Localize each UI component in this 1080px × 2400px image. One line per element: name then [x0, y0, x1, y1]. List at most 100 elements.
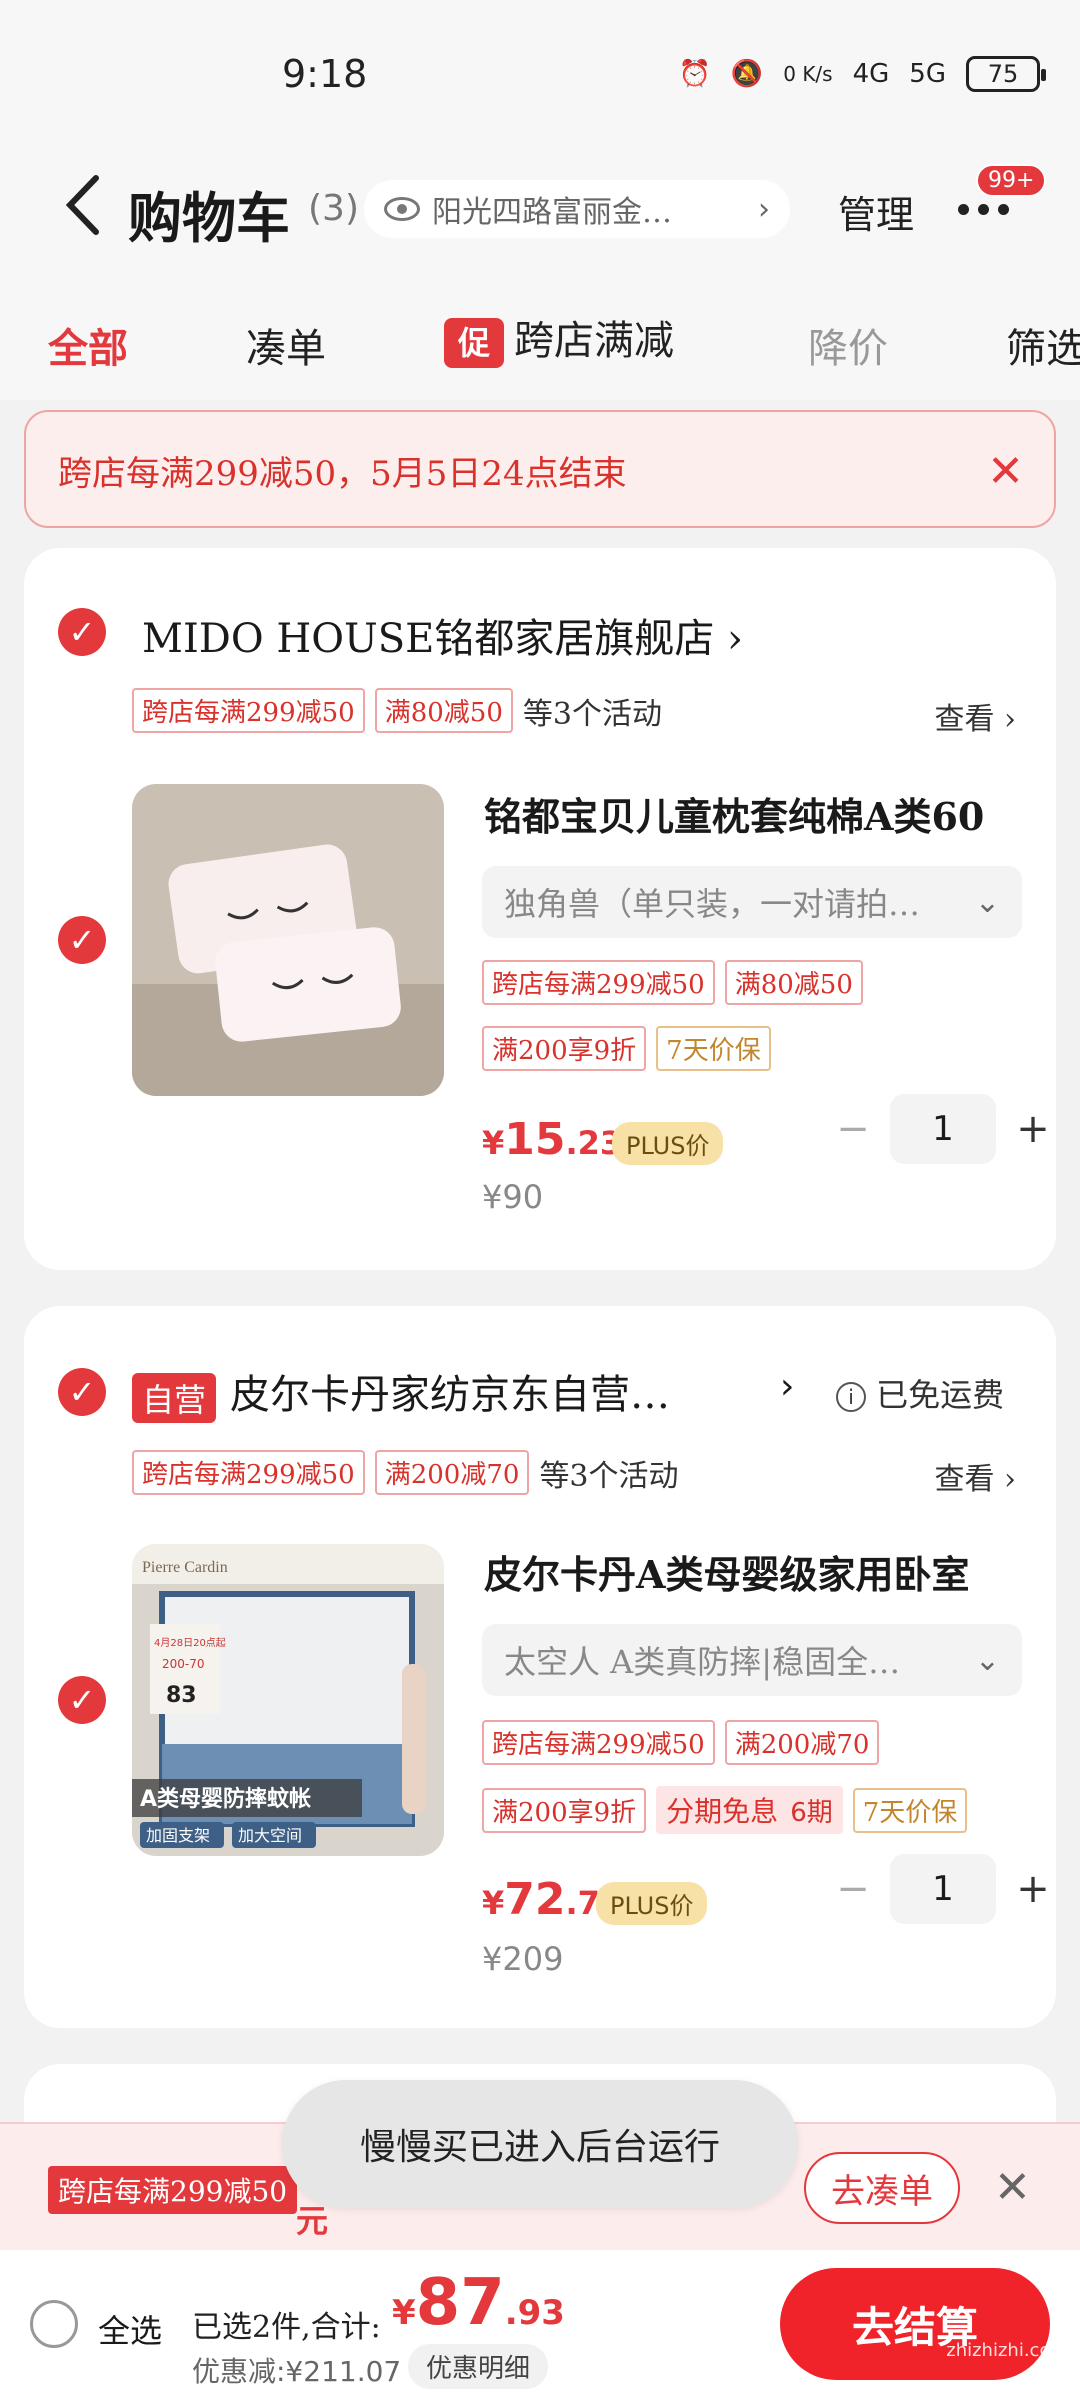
variant-selector[interactable]: 独角兽（单只装，一对请拍… ⌄: [482, 866, 1022, 938]
self-run-badge: 自营: [132, 1373, 217, 1423]
close-icon[interactable]: ✕: [987, 450, 1024, 494]
signal-5g-icon: 5G: [909, 59, 946, 89]
price-protect-tag: 7天价保: [656, 1026, 771, 1071]
chevron-right-icon[interactable]: ›: [780, 1366, 794, 1407]
product-price: ¥72.7: [482, 1874, 600, 1925]
header: 购物车 (3) 阳光四路富丽金… › 管理 99+: [0, 130, 1080, 280]
quantity-input[interactable]: 1: [890, 1094, 996, 1164]
net-speed: 0 K/s: [783, 62, 833, 86]
discount-amount: 优惠减:¥211.07: [192, 2355, 402, 2388]
variant-text: 太空人 A类真防摔|稳固全…: [504, 1643, 901, 1681]
more-menu-icon[interactable]: [958, 204, 1009, 215]
plus-price-badge: PLUS价: [612, 1122, 724, 1165]
close-icon[interactable]: ✕: [994, 2162, 1031, 2213]
image-price-text: 83: [166, 1683, 197, 1708]
select-all-label[interactable]: 全选: [98, 2306, 162, 2352]
image-date-text: 4月28日20点起: [154, 1637, 226, 1649]
decrease-button[interactable]: −: [828, 1866, 878, 1912]
image-sub1-text: 加固支架: [146, 1826, 210, 1845]
notice-text: 跨店每满299减50，5月5日24点结束: [58, 454, 627, 494]
select-all-checkbox[interactable]: [30, 2300, 78, 2348]
status-icons: ⏰ 🔕 0 K/s 4G 5G 75: [678, 56, 1046, 92]
product-price: ¥15.23: [482, 1114, 623, 1165]
product-title[interactable]: 皮尔卡丹A类母婴级家用卧室: [484, 1544, 1040, 1599]
toast-message: 慢慢买已进入后台运行: [282, 2080, 798, 2208]
look-button[interactable]: 查看 ›: [934, 1454, 1016, 1498]
shop-checkbox[interactable]: ✓: [58, 608, 106, 656]
promo-tag: 满200享9折: [482, 1787, 647, 1833]
image-sub2-text: 加大空间: [238, 1826, 302, 1845]
image-deal-text: 200-70: [162, 1657, 205, 1671]
info-icon: i: [836, 1382, 866, 1412]
quantity-stepper: − 1 +: [828, 1094, 1058, 1164]
variant-selector[interactable]: 太空人 A类真防摔|稳固全… ⌄: [482, 1624, 1022, 1696]
increase-button[interactable]: +: [1008, 1106, 1058, 1152]
eye-icon: [384, 197, 420, 221]
selected-summary: 已选2件,合计:: [192, 2310, 381, 2345]
discount-detail-button[interactable]: 优惠明细: [408, 2344, 549, 2389]
message-badge: 99+: [976, 164, 1047, 197]
shop-checkbox[interactable]: ✓: [58, 1368, 106, 1416]
back-arrow-icon[interactable]: [56, 170, 116, 240]
mute-icon: 🔕: [730, 59, 764, 89]
promo-bar-tag: 跨店每满299减50: [48, 2166, 298, 2214]
tab-price-drop[interactable]: 降价: [808, 316, 888, 374]
chevron-down-icon: ⌄: [974, 1642, 1000, 1678]
address-text: 阳光四路富丽金…: [432, 195, 672, 230]
promo-tag: 满80减50: [724, 960, 863, 1005]
tab-cross-store-label: 跨店满减: [514, 318, 674, 364]
item-checkbox[interactable]: ✓: [58, 916, 106, 964]
activities-text: 等3个活动: [522, 696, 662, 732]
product-tags: 跨店每满299减50 满200减70: [482, 1720, 889, 1765]
filter-tabs: 全部 凑单 促跨店满减 降价 筛选: [0, 280, 1080, 400]
product-tags: 满200享9折 分期免息 6期 7天价保: [482, 1786, 977, 1834]
total-price: ¥87.93: [392, 2266, 565, 2340]
plus-price-badge: PLUS价: [596, 1882, 708, 1925]
increase-button[interactable]: +: [1008, 1866, 1058, 1912]
price-protect-tag: 7天价保: [852, 1787, 968, 1833]
product-tags: 跨店每满299减50 满80减50: [482, 960, 873, 1005]
product-title[interactable]: 铭都宝贝儿童枕套纯棉A类60: [484, 786, 1040, 841]
shop-name[interactable]: MIDO HOUSE铭都家居旗舰店 ›: [142, 606, 743, 664]
battery-icon: 75: [966, 56, 1046, 92]
decrease-button[interactable]: −: [828, 1106, 878, 1152]
shop-card: ✓ 自营 皮尔卡丹家纺京东自营… › i 已免运费 跨店每满299减50 满200…: [24, 1306, 1056, 2028]
image-main-text: A类母婴防摔蚊帐: [140, 1786, 311, 1812]
promo-tag: 满200减70: [724, 1720, 880, 1765]
quantity-stepper: − 1 +: [828, 1854, 1058, 1924]
alarm-icon: ⏰: [678, 59, 711, 89]
shop-tags: 跨店每满299减50 满80减50 等3个活动: [132, 688, 662, 733]
shop-name[interactable]: 自营 皮尔卡丹家纺京东自营…: [132, 1362, 670, 1423]
chevron-right-icon: ›: [727, 616, 744, 662]
promo-tag: 满200减70: [374, 1450, 530, 1495]
combine-button[interactable]: 去凑单: [804, 2152, 960, 2224]
cart-count: (3): [308, 188, 359, 229]
tab-cross-store[interactable]: 促跨店满减: [444, 308, 674, 368]
installment-tag: 分期免息 6期: [656, 1786, 843, 1834]
address-selector[interactable]: 阳光四路富丽金… ›: [364, 180, 790, 238]
promo-tag: 跨店每满299减50: [482, 1720, 715, 1765]
promo-tag: 跨店每满299减50: [132, 688, 365, 733]
quantity-input[interactable]: 1: [890, 1854, 996, 1924]
product-image[interactable]: [132, 784, 444, 1096]
checkout-button[interactable]: 去结算: [780, 2268, 1050, 2380]
promo-tag: 满80减50: [374, 688, 513, 733]
promo-badge: 促: [444, 318, 504, 368]
tab-all[interactable]: 全部: [48, 316, 128, 374]
original-price: ¥90: [482, 1178, 544, 1216]
watermark: zhizhizhi.com: [946, 2340, 1068, 2361]
status-time: 9:18: [282, 52, 368, 96]
shipping-info[interactable]: i 已免运费: [836, 1370, 1004, 1416]
promo-tag: 跨店每满299减50: [132, 1450, 365, 1495]
chevron-right-icon: ›: [758, 191, 770, 227]
product-image[interactable]: Pierre Cardin 4月28日20点起 200-70 83 A类母婴防摔…: [132, 1544, 444, 1856]
tab-combine[interactable]: 凑单: [246, 316, 326, 374]
chevron-down-icon: ⌄: [974, 884, 1000, 920]
look-button[interactable]: 查看 ›: [934, 694, 1016, 738]
item-checkbox[interactable]: ✓: [58, 1676, 106, 1724]
status-bar: 9:18 ⏰ 🔕 0 K/s 4G 5G 75: [0, 0, 1080, 130]
manage-button[interactable]: 管理: [838, 184, 914, 239]
image-brand-text: Pierre Cardin: [142, 1559, 228, 1576]
variant-text: 独角兽（单只装，一对请拍…: [504, 885, 921, 923]
tab-filter[interactable]: 筛选: [1006, 316, 1080, 374]
